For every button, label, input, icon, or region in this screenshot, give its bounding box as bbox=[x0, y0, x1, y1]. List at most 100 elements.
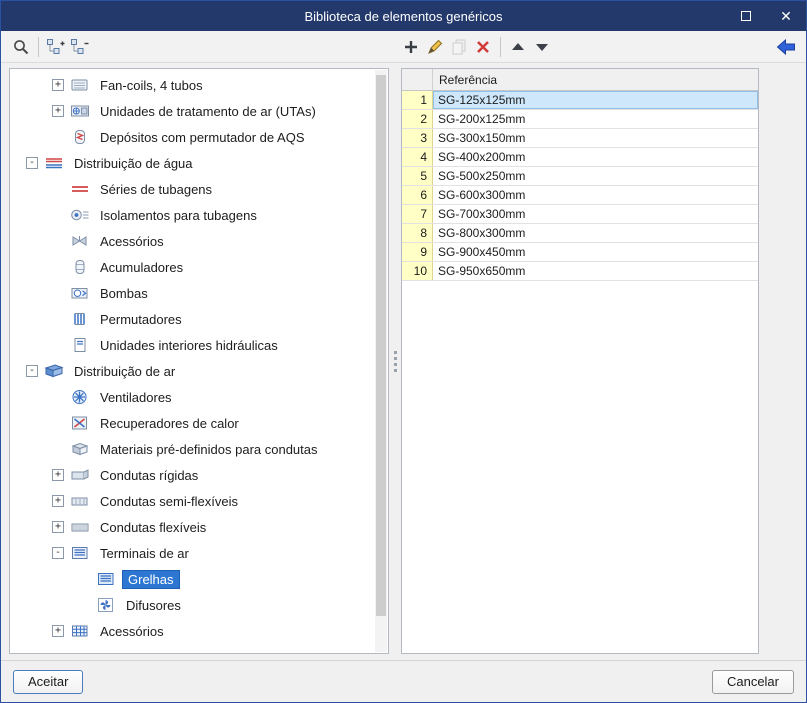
row-number: 8 bbox=[402, 224, 433, 242]
import-button[interactable] bbox=[774, 35, 798, 59]
table-row[interactable]: 6 SG-600x300mm bbox=[402, 186, 758, 205]
table-row[interactable]: 4 SG-400x200mm bbox=[402, 148, 758, 167]
tree-item-distribuicao-agua[interactable]: - Distribuição de água bbox=[10, 150, 374, 176]
collapse-all-button[interactable] bbox=[68, 35, 92, 59]
aqs-tank-icon bbox=[70, 128, 90, 146]
reference-cell[interactable]: SG-400x200mm bbox=[433, 148, 758, 166]
reference-table-panel: Referência 1 SG-125x125mm 2 SG-200x125mm… bbox=[401, 68, 759, 654]
expander-icon[interactable]: + bbox=[52, 79, 64, 91]
tree-item-acessorios-agua[interactable]: Acessórios bbox=[10, 228, 374, 254]
tree-item-recuperadores[interactable]: Recuperadores de calor bbox=[10, 410, 374, 436]
row-number-header bbox=[402, 69, 433, 90]
expander-icon[interactable]: + bbox=[52, 469, 64, 481]
reference-cell[interactable]: SG-800x300mm bbox=[433, 224, 758, 242]
tree-item-series-tubagens[interactable]: Séries de tubagens bbox=[10, 176, 374, 202]
flexible-duct-icon bbox=[70, 518, 90, 536]
splitter-handle-icon bbox=[393, 362, 397, 366]
tree-item-difusores[interactable]: Difusores bbox=[10, 592, 374, 618]
tree-item-label: Difusores bbox=[126, 597, 181, 613]
expander-icon[interactable]: + bbox=[52, 625, 64, 637]
tree-item-terminais-ar[interactable]: - Terminais de ar bbox=[10, 540, 374, 566]
tree-item-permutadores[interactable]: Permutadores bbox=[10, 306, 374, 332]
reference-cell[interactable]: SG-200x125mm bbox=[433, 110, 758, 128]
dialog-window: Biblioteca de elementos genéricos ✕ + Fa… bbox=[0, 0, 807, 703]
reference-cell[interactable]: SG-600x300mm bbox=[433, 186, 758, 204]
move-up-button[interactable] bbox=[506, 35, 530, 59]
table-row[interactable]: 8 SG-800x300mm bbox=[402, 224, 758, 243]
table-row[interactable]: 7 SG-700x300mm bbox=[402, 205, 758, 224]
tree-item-grelhas[interactable]: Grelhas bbox=[10, 566, 374, 592]
row-number: 4 bbox=[402, 148, 433, 166]
expander-icon[interactable]: + bbox=[52, 521, 64, 533]
toolbar bbox=[1, 31, 806, 63]
tree-item-condutas-rigidas[interactable]: + Condutas rígidas bbox=[10, 462, 374, 488]
tree-item-condutas-semi-flexiveis[interactable]: + Condutas semi-flexíveis bbox=[10, 488, 374, 514]
splitter-handle-icon bbox=[393, 350, 397, 354]
expander-icon[interactable]: + bbox=[52, 495, 64, 507]
tree-item-utas[interactable]: + Unidades de tratamento de ar (UTAs) bbox=[10, 98, 374, 124]
toolbar-separator bbox=[500, 37, 501, 57]
reference-cell[interactable]: SG-950x650mm bbox=[433, 262, 758, 280]
semi-flexible-duct-icon bbox=[70, 492, 90, 510]
reference-cell[interactable]: SG-700x300mm bbox=[433, 205, 758, 223]
tree-item-isolamentos[interactable]: Isolamentos para tubagens bbox=[10, 202, 374, 228]
reference-cell[interactable]: SG-500x250mm bbox=[433, 167, 758, 185]
tree-item-label: Materiais pré-definidos para condutas bbox=[100, 441, 318, 457]
tree-item-label: Permutadores bbox=[100, 311, 182, 327]
pipe-insulation-icon bbox=[70, 206, 90, 224]
tree-item-condutas-flexiveis[interactable]: + Condutas flexíveis bbox=[10, 514, 374, 540]
table-row[interactable]: 9 SG-900x450mm bbox=[402, 243, 758, 262]
expander-icon[interactable]: - bbox=[26, 157, 38, 169]
search-button[interactable] bbox=[9, 35, 33, 59]
heat-recovery-icon bbox=[70, 414, 90, 432]
title-bar[interactable]: Biblioteca de elementos genéricos ✕ bbox=[1, 1, 806, 31]
copy-button[interactable] bbox=[447, 35, 471, 59]
table-header-row: Referência bbox=[402, 69, 758, 91]
table-row[interactable]: 10 SG-950x650mm bbox=[402, 262, 758, 281]
water-distribution-icon bbox=[44, 154, 64, 172]
tree-item-depositos-aqs[interactable]: Depósitos com permutador de AQS bbox=[10, 124, 374, 150]
table-row[interactable]: 3 SG-300x150mm bbox=[402, 129, 758, 148]
expander-icon[interactable]: - bbox=[26, 365, 38, 377]
heat-exchanger-icon bbox=[70, 310, 90, 328]
tree-item-label: Terminais de ar bbox=[100, 545, 189, 561]
reference-cell[interactable]: SG-300x150mm bbox=[433, 129, 758, 147]
move-up-icon bbox=[509, 38, 527, 56]
tree-item-materiais-condutas[interactable]: Materiais pré-definidos para condutas bbox=[10, 436, 374, 462]
edit-icon bbox=[426, 38, 444, 56]
row-number: 7 bbox=[402, 205, 433, 223]
edit-button[interactable] bbox=[423, 35, 447, 59]
row-number: 10 bbox=[402, 262, 433, 280]
tree-scrollbar-thumb[interactable] bbox=[376, 75, 386, 617]
tree-item-unidades-interiores[interactable]: Unidades interiores hidráulicas bbox=[10, 332, 374, 358]
tree-item-acumuladores[interactable]: Acumuladores bbox=[10, 254, 374, 280]
table-row[interactable]: 1 SG-125x125mm bbox=[402, 91, 758, 110]
move-down-button[interactable] bbox=[530, 35, 554, 59]
accept-button[interactable]: Aceitar bbox=[13, 669, 84, 694]
tree-item-distribuicao-ar[interactable]: - Distribuição de ar bbox=[10, 358, 374, 384]
panel-splitter[interactable] bbox=[389, 68, 401, 654]
tree-item-label: Distribuição de ar bbox=[74, 363, 176, 379]
close-button[interactable]: ✕ bbox=[766, 1, 806, 31]
expand-all-button[interactable] bbox=[44, 35, 68, 59]
pipe-accessories-icon bbox=[70, 232, 90, 250]
tree-scrollbar[interactable] bbox=[375, 70, 387, 652]
table-row[interactable]: 5 SG-500x250mm bbox=[402, 167, 758, 186]
reference-cell[interactable]: SG-125x125mm bbox=[433, 91, 758, 109]
fan-icon bbox=[70, 388, 90, 406]
tree-item-acessorios-ar[interactable]: + Acessórios bbox=[10, 618, 374, 644]
tree-item-label: Bombas bbox=[100, 285, 148, 301]
tree-item-fan-coils[interactable]: + Fan-coils, 4 tubos bbox=[10, 72, 374, 98]
expander-icon[interactable]: + bbox=[52, 105, 64, 117]
tree-item-bombas[interactable]: Bombas bbox=[10, 280, 374, 306]
expander-icon[interactable]: - bbox=[52, 547, 64, 559]
reference-cell[interactable]: SG-900x450mm bbox=[433, 243, 758, 261]
delete-button[interactable] bbox=[471, 35, 495, 59]
tree-item-ventiladores[interactable]: Ventiladores bbox=[10, 384, 374, 410]
delete-icon bbox=[474, 38, 492, 56]
maximize-button[interactable] bbox=[726, 1, 766, 31]
table-row[interactable]: 2 SG-200x125mm bbox=[402, 110, 758, 129]
fan-coil-icon bbox=[70, 76, 90, 94]
cancel-button[interactable]: Cancelar bbox=[711, 669, 794, 694]
add-button[interactable] bbox=[399, 35, 423, 59]
